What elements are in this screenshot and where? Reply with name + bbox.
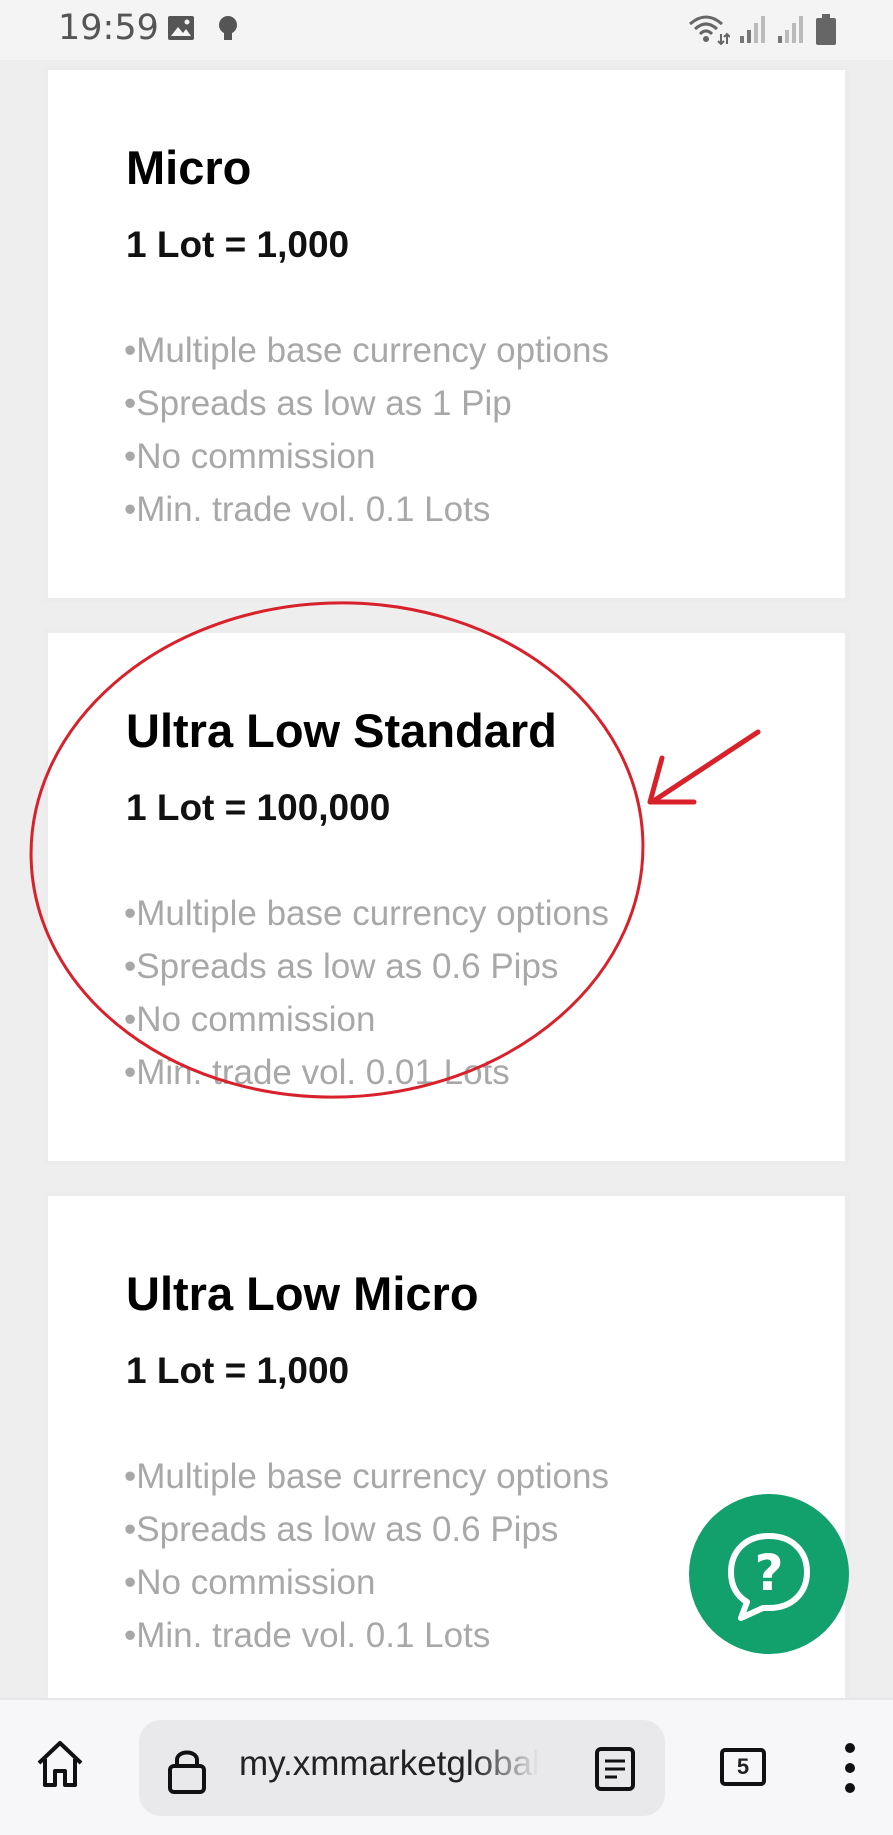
account-title: Micro [126, 141, 252, 194]
feature-list: •Multiple base currency options •Spreads… [124, 1450, 609, 1662]
browser-bottom-bar: my.xmmarketglobal 5 [0, 1698, 893, 1835]
lock-icon[interactable] [165, 1746, 209, 1794]
battery-icon [816, 14, 836, 45]
help-chat-icon: ? [728, 1533, 810, 1621]
feature-item: •No commission [124, 1563, 376, 1602]
image-icon [168, 16, 194, 40]
feature-item: •Spreads as low as 1 Pip [124, 384, 512, 423]
tab-count: 5 [736, 1754, 750, 1779]
feature-item: •Multiple base currency options [124, 331, 609, 370]
lot-size: 1 Lot = 1,000 [126, 1350, 350, 1391]
svg-text:?: ? [754, 1544, 783, 1602]
wifi-icon [689, 15, 730, 46]
feature-item: •Min. trade vol. 0.01 Lots [124, 1053, 510, 1092]
feature-item: •No commission [124, 1000, 376, 1039]
signal-icon [740, 16, 765, 43]
feature-item: •Min. trade vol. 0.1 Lots [124, 1616, 491, 1655]
status-bar: 19:59 [0, 0, 893, 60]
help-chat-button[interactable]: ? [689, 1494, 849, 1654]
status-time: 19:59 [58, 8, 159, 48]
feature-list: •Multiple base currency options •Spreads… [124, 887, 609, 1099]
page-content[interactable]: Micro 1 Lot = 1,000 •Multiple base curre… [0, 60, 893, 1698]
account-card-micro: Micro 1 Lot = 1,000 •Multiple base curre… [44, 66, 849, 602]
more-icon[interactable] [838, 1740, 862, 1796]
address-bar[interactable]: my.xmmarketglobal [139, 1720, 665, 1816]
feature-item: •Multiple base currency options [124, 894, 609, 933]
account-card-ultra-low-standard: Ultra Low Standard 1 Lot = 100,000 •Mult… [44, 629, 849, 1165]
feature-list: •Multiple base currency options •Spreads… [124, 324, 609, 536]
signal-icon [778, 16, 803, 43]
feature-item: •No commission [124, 437, 376, 476]
bulb-icon [219, 16, 237, 40]
url-text[interactable]: my.xmmarketglobal [239, 1744, 539, 1784]
tabs-button[interactable]: 5 [720, 1748, 766, 1786]
home-icon[interactable] [34, 1738, 86, 1790]
lot-size: 1 Lot = 1,000 [126, 224, 350, 265]
feature-item: •Min. trade vol. 0.1 Lots [124, 490, 491, 529]
account-title: Ultra Low Micro [126, 1267, 479, 1320]
lot-size: 1 Lot = 100,000 [126, 787, 391, 828]
account-title: Ultra Low Standard [126, 704, 557, 757]
feature-item: •Spreads as low as 0.6 Pips [124, 1510, 559, 1549]
reader-icon[interactable] [593, 1746, 637, 1792]
feature-item: •Multiple base currency options [124, 1457, 609, 1496]
feature-item: •Spreads as low as 0.6 Pips [124, 947, 559, 986]
